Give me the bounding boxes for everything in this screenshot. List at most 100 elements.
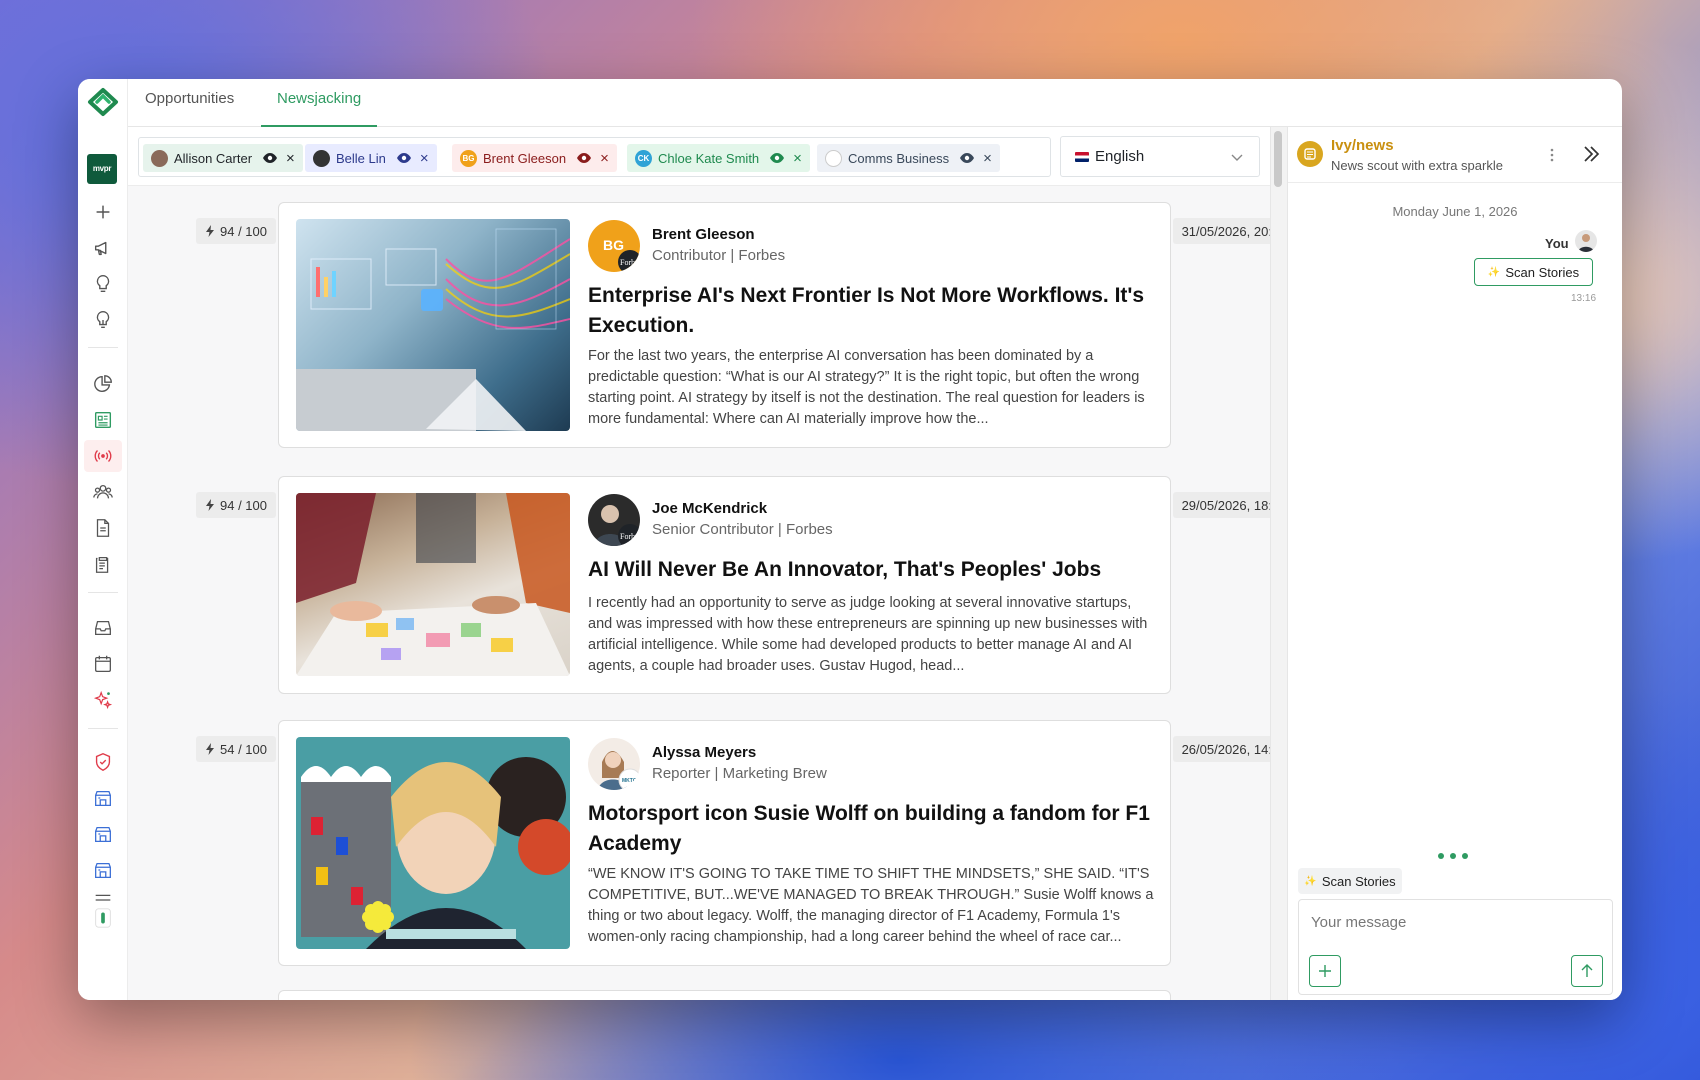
language-select[interactable]: English xyxy=(1060,136,1260,177)
remove-icon[interactable]: × xyxy=(983,151,992,166)
message-timestamp: 13:16 xyxy=(1571,293,1597,304)
filter-chip-belle-lin[interactable]: Belle Lin × xyxy=(305,144,437,172)
article-title[interactable]: Enterprise AI's Next Frontier Is Not Mor… xyxy=(588,281,1153,341)
article-card[interactable]: BG Forbes Brent Gleeson Contributor | For… xyxy=(278,202,1171,448)
eye-icon[interactable] xyxy=(262,150,278,166)
feed-scrollbar-track[interactable] xyxy=(1270,127,1288,1000)
megaphone-icon[interactable] xyxy=(90,235,116,261)
uk-flag-icon xyxy=(1075,151,1089,162)
chip-label: Allison Carter xyxy=(174,150,253,166)
svg-text:BG: BG xyxy=(603,237,624,253)
avatar xyxy=(313,149,330,167)
message-composer[interactable]: Your message xyxy=(1298,899,1613,995)
score-value: 94 / 100 xyxy=(220,497,267,513)
sent-message-text: Scan Stories xyxy=(1505,264,1580,280)
author-name[interactable]: Brent Gleeson xyxy=(652,226,755,243)
filter-chip-chloe-kate-smith[interactable]: CK Chloe Kate Smith × xyxy=(627,144,810,172)
article-title[interactable]: Motorsport icon Susie Wolff on building … xyxy=(588,799,1153,859)
feed-scrollbar-thumb[interactable] xyxy=(1274,131,1282,187)
send-button[interactable] xyxy=(1571,955,1603,987)
broadcast-icon[interactable] xyxy=(90,443,116,469)
assistant-panel: Ivy/news News scout with extra sparkle M… xyxy=(1288,127,1622,1000)
remove-icon[interactable]: × xyxy=(793,151,802,166)
author-role: Reporter | Marketing Brew xyxy=(652,765,827,782)
assistant-avatar xyxy=(1297,141,1323,167)
published-date: 31/05/2026, 20:08 xyxy=(1173,218,1270,244)
person-icon[interactable] xyxy=(90,905,116,931)
filter-chip-allison-carter[interactable]: Allison Carter × xyxy=(143,144,303,172)
author-name[interactable]: Alyssa Meyers xyxy=(652,744,756,761)
author-role: Senior Contributor | Forbes xyxy=(652,521,833,538)
more-options-icon[interactable] xyxy=(1546,147,1558,163)
language-value: English xyxy=(1095,148,1145,165)
sparkle-icon: ✨ xyxy=(1304,875,1317,887)
attach-button[interactable] xyxy=(1309,955,1341,987)
assistant-subtitle: News scout with extra sparkle xyxy=(1331,158,1503,173)
filter-chip-comms-business[interactable]: Comms Business × xyxy=(817,144,1000,172)
app-logo-icon[interactable] xyxy=(85,87,121,117)
article-card[interactable] xyxy=(278,990,1171,1000)
calendar-icon[interactable] xyxy=(90,651,116,677)
pie-chart-icon[interactable] xyxy=(90,371,116,397)
author-role: Contributor | Forbes xyxy=(652,247,786,264)
author-avatar: BG Forbes xyxy=(588,220,640,272)
workspace-badge[interactable]: mvpr xyxy=(87,154,117,184)
inbox-icon[interactable] xyxy=(90,615,116,641)
svg-text:MKTG: MKTG xyxy=(622,778,637,784)
arrow-up-icon xyxy=(1581,964,1593,977)
collapse-panel-icon[interactable] xyxy=(1580,143,1602,165)
top-tabs: Opportunities Newsjacking xyxy=(128,79,1622,127)
score-value: 94 / 100 xyxy=(220,223,267,239)
article-feed[interactable]: 94 / 100 BG Forbes Brent Gleeson Contrib… xyxy=(128,185,1270,1000)
remove-icon[interactable]: × xyxy=(286,151,295,166)
sparkles-icon[interactable] xyxy=(90,687,116,713)
article-image xyxy=(296,737,570,949)
svg-text:Forbes: Forbes xyxy=(620,258,640,267)
published-date: 29/05/2026, 18:10 xyxy=(1173,492,1270,518)
published-date: 26/05/2026, 14:57 xyxy=(1173,736,1270,762)
storefront-icon[interactable] xyxy=(90,785,116,811)
article-image xyxy=(296,493,570,676)
article-image xyxy=(296,219,570,431)
typing-indicator xyxy=(1438,853,1468,859)
chip-label: Chloe Kate Smith xyxy=(658,150,760,166)
plus-icon xyxy=(1319,965,1331,977)
eye-icon[interactable] xyxy=(769,150,785,166)
remove-icon[interactable]: × xyxy=(420,151,429,166)
lightning-icon xyxy=(206,225,214,237)
relevance-score: 94 / 100 xyxy=(196,492,276,518)
message-input[interactable]: Your message xyxy=(1311,914,1406,931)
svg-text:Forbes: Forbes xyxy=(620,532,640,541)
eye-icon[interactable] xyxy=(959,150,975,166)
rail-divider xyxy=(88,347,118,348)
clipboard-icon[interactable] xyxy=(90,551,116,577)
avatar xyxy=(825,149,842,167)
people-icon[interactable] xyxy=(90,479,116,505)
storefront-icon[interactable] xyxy=(90,857,116,883)
lightbulb-outline-icon[interactable] xyxy=(90,307,116,333)
quick-action-label: Scan Stories xyxy=(1321,873,1396,889)
shield-check-icon[interactable] xyxy=(90,749,116,775)
document-icon[interactable] xyxy=(90,515,116,541)
lightning-icon xyxy=(206,499,214,511)
add-icon[interactable] xyxy=(90,199,116,225)
user-avatar xyxy=(1575,230,1597,252)
author-avatar: Forbes xyxy=(588,494,640,546)
lightning-icon xyxy=(206,743,214,755)
assistant-name: Ivy/news xyxy=(1331,137,1394,154)
eye-icon[interactable] xyxy=(576,150,592,166)
author-name[interactable]: Joe McKendrick xyxy=(652,500,767,517)
scan-stories-quick-action[interactable]: ✨ Scan Stories xyxy=(1298,868,1402,894)
eye-icon[interactable] xyxy=(396,150,412,166)
newspaper-icon[interactable] xyxy=(90,407,116,433)
storefront-icon[interactable] xyxy=(90,821,116,847)
article-title[interactable]: AI Will Never Be An Innovator, That's Pe… xyxy=(588,555,1153,585)
tab-opportunities[interactable]: Opportunities xyxy=(145,79,255,127)
article-card[interactable]: MKTG Alyssa Meyers Reporter | Marketing … xyxy=(278,720,1171,966)
tab-newsjacking[interactable]: Newsjacking xyxy=(261,79,378,127)
remove-icon[interactable]: × xyxy=(600,151,609,166)
lightbulb-icon[interactable] xyxy=(90,271,116,297)
filter-chip-brent-gleeson[interactable]: BG Brent Gleeson × xyxy=(452,144,617,172)
source-filter-bar[interactable]: Allison Carter × Belle Lin × BG Brent Gl… xyxy=(138,137,1051,177)
article-card[interactable]: Forbes Joe McKendrick Senior Contributor… xyxy=(278,476,1171,694)
